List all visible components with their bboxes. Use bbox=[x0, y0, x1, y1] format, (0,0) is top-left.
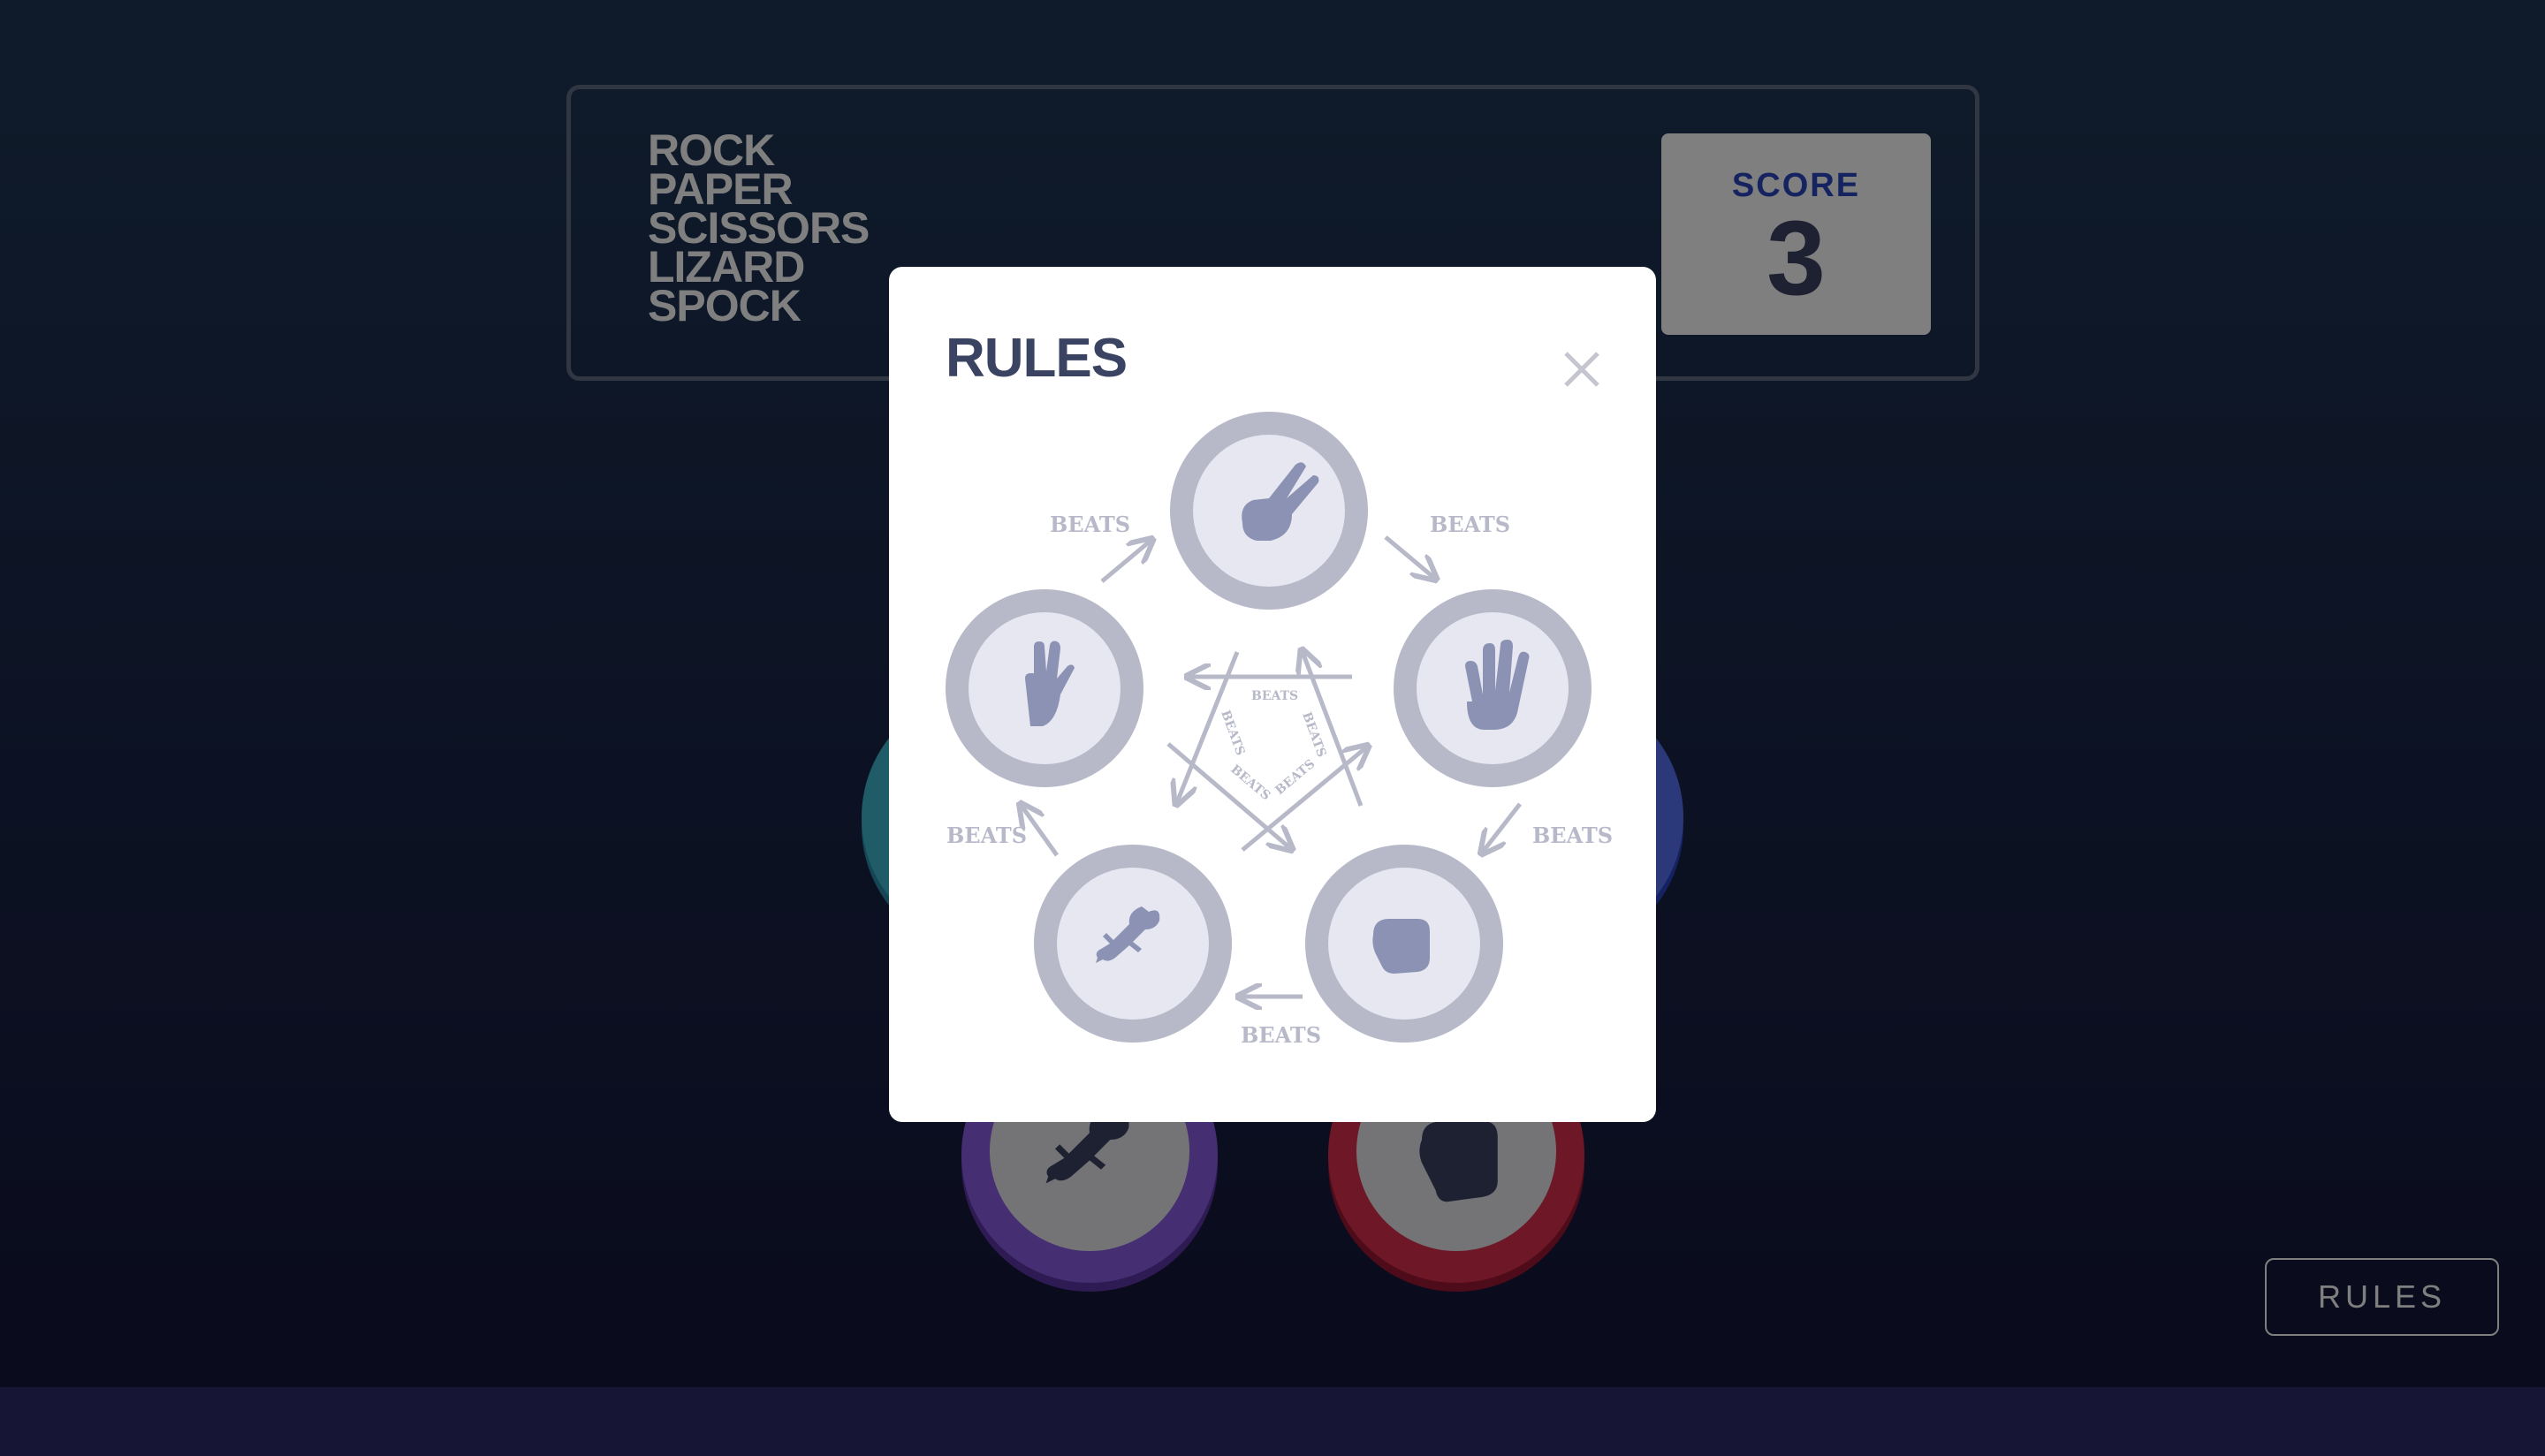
diagram-node-rock bbox=[1305, 845, 1503, 1043]
diagram-node-lizard bbox=[1034, 845, 1232, 1043]
rules-modal: RULES BEATS BEATS BEATS BEATS BEATS BEAT… bbox=[889, 267, 1656, 1122]
arrow-inner-3 bbox=[1166, 742, 1290, 848]
rules-diagram: BEATS BEATS BEATS BEATS BEATS BEATS BEAT… bbox=[946, 412, 1613, 1048]
arrow-scissors-paper bbox=[1384, 535, 1434, 578]
game-app: ROCK PAPER SCISSORS LIZARD SPOCK SCORE 3 bbox=[0, 0, 2545, 1456]
arrow-paper-rock bbox=[1483, 802, 1522, 852]
beats-label: BEATS bbox=[1227, 762, 1272, 803]
beats-label: BEATS bbox=[1430, 512, 1510, 537]
diagram-node-paper bbox=[1394, 589, 1592, 787]
beats-label: BEATS bbox=[946, 823, 1027, 848]
diagram-node-scissors bbox=[1170, 412, 1368, 610]
beats-label: BEATS bbox=[1218, 709, 1247, 757]
beats-label: BEATS bbox=[1241, 1022, 1321, 1048]
beats-label: BEATS bbox=[1299, 710, 1328, 759]
beats-label: BEATS bbox=[1050, 512, 1130, 537]
arrow-spock-scissors bbox=[1100, 541, 1151, 583]
beats-label: BEATS bbox=[1532, 823, 1613, 848]
diagram-node-spock bbox=[946, 589, 1143, 787]
beats-label: BEATS bbox=[1251, 689, 1298, 703]
